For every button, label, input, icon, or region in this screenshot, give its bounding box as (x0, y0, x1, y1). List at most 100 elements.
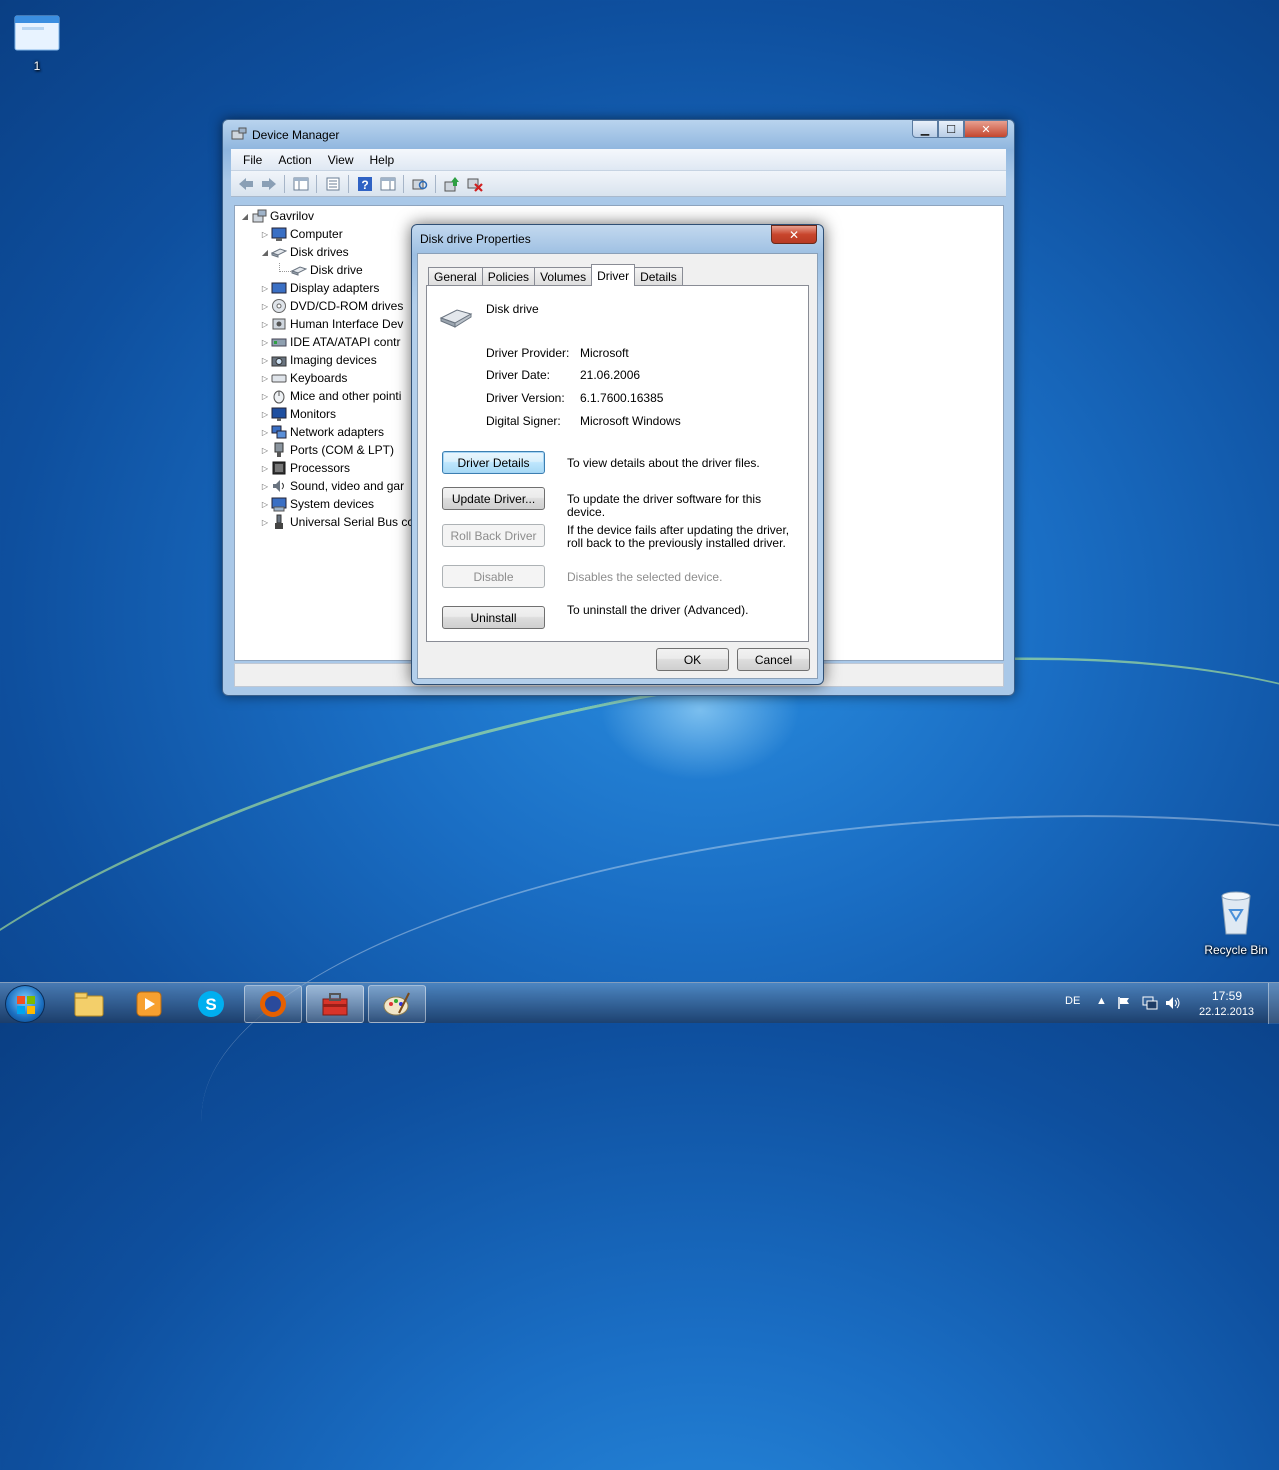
expand-arrow-icon[interactable]: ▷ (259, 392, 271, 401)
clock-date[interactable]: 22.12.2013 (1199, 1006, 1254, 1018)
expand-arrow-icon[interactable]: ▷ (259, 482, 271, 491)
desktop-icon-1[interactable]: 1 (2, 14, 72, 73)
windows-logo-icon (17, 996, 35, 1014)
taskbar-device-manager[interactable] (306, 985, 364, 1023)
tree-item-dvd-cd-rom-drives[interactable]: ▷ DVD/CD-ROM drives (259, 297, 403, 315)
desktop-icon-recycle-bin[interactable]: Recycle Bin (1201, 888, 1271, 957)
show-hide-console-tree-button[interactable] (290, 174, 311, 194)
tree-item-sound-video-and-gar[interactable]: ▷ Sound, video and gar (259, 477, 404, 495)
dvd-icon (271, 298, 287, 314)
tree-item-label: Disk drives (290, 245, 349, 259)
tree-item-ide-ata-atapi-contr[interactable]: ▷ IDE ATA/ATAPI contr (259, 333, 401, 351)
update-driver-button[interactable] (441, 174, 462, 194)
menu-file[interactable]: File (235, 153, 270, 167)
window-titlebar[interactable]: Device Manager (231, 126, 339, 144)
expand-arrow-icon[interactable]: ▷ (259, 518, 271, 527)
close-icon: ✕ (981, 123, 991, 136)
tree-item-computer[interactable]: ▷ Computer (259, 225, 343, 243)
expand-arrow-icon[interactable]: ▷ (259, 374, 271, 383)
expand-arrow-icon[interactable]: ▷ (259, 302, 271, 311)
network-icon[interactable] (1142, 996, 1158, 1013)
expand-arrow-icon[interactable]: ▷ (259, 320, 271, 329)
taskbar-skype[interactable]: S (182, 985, 240, 1023)
expand-arrow-icon[interactable]: ▷ (259, 500, 271, 509)
system-icon (271, 496, 287, 512)
tab-policies[interactable]: Policies (481, 267, 536, 286)
tab-details[interactable]: Details (634, 267, 683, 286)
tree-item-label: DVD/CD-ROM drives (290, 299, 404, 313)
close-button[interactable]: ✕ (964, 120, 1008, 138)
taskbar-firefox[interactable] (244, 985, 302, 1023)
language-indicator[interactable]: DE (1065, 995, 1080, 1007)
uninstall-device-button[interactable] (464, 174, 485, 194)
tree-item-disk-drive[interactable]: Disk drive (279, 261, 363, 279)
tree-item-processors[interactable]: ▷ Processors (259, 459, 350, 477)
expand-arrow-icon[interactable]: ▷ (259, 230, 271, 239)
disable-description: Disables the selected device. (567, 570, 723, 584)
tree-item-imaging-devices[interactable]: ▷ Imaging devices (259, 351, 377, 369)
expand-arrow-icon[interactable]: ▷ (259, 356, 271, 365)
tree-item-label: Mice and other pointi (290, 389, 402, 403)
update-driver-button[interactable]: Update Driver... (442, 487, 545, 510)
expand-arrow-icon[interactable]: ▷ (259, 464, 271, 473)
expand-arrow-icon[interactable]: ▷ (259, 410, 271, 419)
toolbox-icon (322, 993, 348, 1016)
clock-time[interactable]: 17:59 (1212, 989, 1242, 1003)
show-hidden-icons-button[interactable]: ▲ (1096, 995, 1107, 1007)
tree-item-label: Sound, video and gar (290, 479, 405, 493)
collapse-arrow-icon[interactable]: ◢ (259, 248, 271, 257)
show-desktop-button[interactable] (1268, 983, 1279, 1024)
taskbar-paint[interactable] (368, 985, 426, 1023)
help-button[interactable]: ? (354, 174, 375, 194)
scan-hardware-button[interactable] (409, 174, 430, 194)
tree-item-ports-com-lpt[interactable]: ▷ Ports (COM & LPT) (259, 441, 394, 459)
maximize-button[interactable]: ☐ (938, 120, 964, 138)
uninstall-button[interactable]: Uninstall (442, 606, 545, 629)
menu-action[interactable]: Action (270, 153, 319, 167)
ok-button[interactable]: OK (656, 648, 729, 671)
tree-item-human-interface-dev[interactable]: ▷ Human Interface Dev (259, 315, 403, 333)
tree-item-system-devices[interactable]: ▷ System devices (259, 495, 374, 513)
toolbar-separator (348, 174, 349, 193)
expand-arrow-icon[interactable]: ▷ (259, 446, 271, 455)
dialog-close-button[interactable]: ✕ (771, 225, 817, 244)
expand-arrow-icon[interactable]: ▷ (259, 428, 271, 437)
digital-signer-label: Digital Signer: (486, 414, 561, 428)
disk-drive-icon (291, 262, 307, 278)
tree-item-universal-serial-bus-cc[interactable]: ▷ Universal Serial Bus cc (259, 513, 413, 531)
driver-provider-label: Driver Provider: (486, 346, 570, 360)
tree-item-root[interactable]: ◢ Gavrilov (239, 207, 314, 225)
window-controls: ▁ ☐ ✕ (912, 120, 1008, 138)
toolbar-separator (403, 174, 404, 193)
driver-details-button[interactable]: Driver Details (442, 451, 545, 474)
start-button[interactable] (5, 985, 45, 1023)
back-button[interactable] (235, 174, 256, 194)
expand-arrow-icon[interactable]: ▷ (259, 338, 271, 347)
roll-back-driver-button[interactable]: Roll Back Driver (442, 524, 545, 547)
tree-item-disk-drives[interactable]: ◢ Disk drives (259, 243, 349, 261)
action-pane-button[interactable] (377, 174, 398, 194)
action-center-icon[interactable] (1117, 996, 1131, 1013)
volume-icon[interactable] (1165, 996, 1181, 1013)
tab-general[interactable]: General (428, 267, 483, 286)
tree-item-monitors[interactable]: ▷ Monitors (259, 405, 336, 423)
tree-item-mice-and-other-pointi[interactable]: ▷ Mice and other pointi (259, 387, 401, 405)
collapse-arrow-icon[interactable]: ◢ (239, 212, 251, 221)
console-tree-icon (293, 177, 308, 190)
tree-item-display-adapters[interactable]: ▷ Display adapters (259, 279, 379, 297)
tree-item-network-adapters[interactable]: ▷ Network adapters (259, 423, 384, 441)
device-manager-icon (231, 127, 247, 144)
cancel-button[interactable]: Cancel (737, 648, 810, 671)
forward-button[interactable] (258, 174, 279, 194)
tab-volumes[interactable]: Volumes (534, 267, 593, 286)
tab-driver[interactable]: Driver (591, 264, 636, 286)
menu-help[interactable]: Help (362, 153, 403, 167)
minimize-button[interactable]: ▁ (912, 120, 938, 138)
taskbar-media-player[interactable] (120, 985, 178, 1023)
menu-view[interactable]: View (320, 153, 362, 167)
expand-arrow-icon[interactable]: ▷ (259, 284, 271, 293)
disable-button[interactable]: Disable (442, 565, 545, 588)
properties-button[interactable] (322, 174, 343, 194)
taskbar-explorer[interactable] (60, 985, 118, 1023)
tree-item-keyboards[interactable]: ▷ Keyboards (259, 369, 347, 387)
